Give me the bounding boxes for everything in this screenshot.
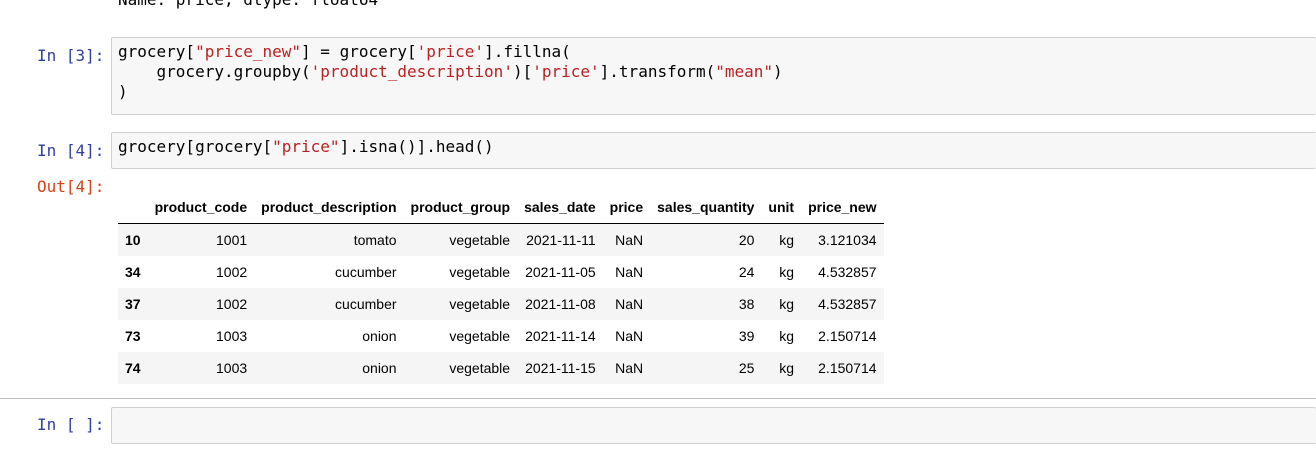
code-line: grocery[grocery["price"].isna()].head()	[118, 137, 1316, 157]
table-cell: 1003	[216, 328, 248, 344]
string-token: "mean"	[715, 62, 774, 81]
empty-cell-prompt: In [ ]:	[37, 415, 105, 434]
row-index: 74	[125, 360, 141, 376]
table-cell: 2021-11-05	[525, 264, 596, 280]
column-header: product_code	[147, 191, 255, 224]
string-token: "price_new"	[195, 42, 302, 61]
cell-separator	[0, 398, 1316, 399]
table-cell: 39	[738, 328, 755, 344]
table-cell: vegetable	[449, 360, 511, 376]
cell-4-output-prompt: Out[4]:	[37, 177, 105, 196]
table-cell: 4.532857	[818, 264, 877, 280]
index-header	[118, 191, 148, 224]
table-cell: NaN	[615, 360, 644, 376]
code-token: ].transform(	[599, 62, 716, 81]
table-cell: 3.121034	[818, 232, 877, 248]
table-row: 37 1002 cucumber vegetable 2021-11-08 NaN 38 kg…	[118, 288, 884, 320]
table-cell: 1002	[216, 264, 248, 280]
table-cell: NaN	[615, 264, 644, 280]
dataframe-header: product_code product_description product_g…	[118, 191, 884, 224]
table-cell: vegetable	[449, 264, 511, 280]
table-cell: 1001	[216, 232, 248, 248]
table-cell: kg	[779, 296, 795, 312]
column-header: unit	[761, 191, 802, 224]
column-header: sales_date	[517, 191, 603, 224]
row-index: 73	[125, 328, 141, 344]
table-cell: vegetable	[449, 328, 511, 344]
code-line: grocery["price_new"] = grocery['price'].…	[118, 42, 1316, 62]
code-token: ] = grocery[	[301, 42, 417, 61]
code-token: ].fillna(	[484, 42, 571, 61]
table-cell: 1003	[216, 360, 248, 376]
table-cell: 20	[738, 232, 755, 248]
dataframe-body: 10 1001 tomato vegetable 2021-11-11 NaN 20 kg 3.…	[118, 223, 884, 384]
table-cell: kg	[779, 232, 795, 248]
cell-4-prompt: In [4]:	[37, 141, 105, 160]
table-cell: 2021-11-14	[525, 328, 596, 344]
table-cell: 2.150714	[818, 360, 877, 376]
dataframe-table: product_code product_description product_g…	[118, 191, 884, 384]
row-index: 37	[125, 296, 141, 312]
table-cell: 25	[738, 360, 755, 376]
column-header: product_group	[403, 191, 518, 224]
table-cell: vegetable	[449, 296, 511, 312]
table-row: 73 1003 onion vegetable 2021-11-14 NaN 39 kg 2.1…	[118, 320, 884, 352]
table-cell: NaN	[615, 232, 644, 248]
empty-cell-code-editor[interactable]	[111, 407, 1316, 444]
table-cell: 2021-11-11	[526, 232, 596, 248]
table-cell: 2021-11-15	[525, 360, 596, 376]
table-cell: 2021-11-08	[525, 296, 596, 312]
code-token: )[	[512, 62, 533, 81]
column-header: price	[602, 191, 651, 224]
table-cell: vegetable	[449, 232, 511, 248]
table-cell: 4.532857	[818, 296, 877, 312]
table-cell: kg	[779, 360, 795, 376]
table-cell: cucumber	[335, 296, 397, 312]
string-token: 'price'	[416, 42, 485, 61]
cell-4-code-editor[interactable]: grocery[grocery["price"].isna()].head()	[111, 132, 1316, 169]
table-cell: 2.150714	[818, 328, 877, 344]
row-index: 34	[125, 264, 141, 280]
table-row: 74 1003 onion vegetable 2021-11-15 NaN 25 kg 2.1…	[118, 352, 884, 384]
string-token: 'product_description'	[310, 62, 513, 81]
dataframe-header-row: product_code product_description product_g…	[118, 191, 884, 224]
cell-3-code-editor[interactable]: grocery["price_new"] = grocery['price'].…	[111, 37, 1316, 115]
code-line: grocery.groupby('product_description')['…	[118, 62, 1316, 82]
table-cell: onion	[362, 360, 397, 376]
column-header: price_new	[801, 191, 884, 224]
table-row: 34 1002 cucumber vegetable 2021-11-05 NaN 24 kg…	[118, 256, 884, 288]
table-cell: kg	[779, 328, 795, 344]
string-token: 'price'	[532, 62, 600, 81]
table-cell: 38	[738, 296, 755, 312]
code-token: grocery[	[118, 42, 196, 61]
table-cell: tomato	[353, 232, 397, 248]
row-index: 10	[125, 232, 141, 248]
code-token: grocery.groupby(	[118, 62, 311, 81]
cell-3-code: grocery["price_new"] = grocery['price'].…	[118, 42, 1316, 102]
cell-4-code: grocery[grocery["price"].isna()].head()	[118, 137, 1316, 157]
table-cell: cucumber	[335, 264, 397, 280]
table-cell: 1002	[216, 296, 248, 312]
column-header: sales_quantity	[650, 191, 762, 224]
code-token: ].isna()].head()	[339, 137, 494, 156]
code-line: )	[118, 82, 1316, 102]
code-token: )	[773, 62, 783, 81]
cell-3-prompt: In [3]:	[37, 46, 105, 65]
code-token: )	[118, 82, 128, 101]
table-row: 10 1001 tomato vegetable 2021-11-11 NaN 20 kg 3.…	[118, 223, 884, 256]
table-cell: NaN	[615, 328, 644, 344]
table-cell: kg	[779, 264, 795, 280]
code-token: grocery[grocery[	[118, 137, 273, 156]
table-cell: 24	[738, 264, 755, 280]
column-header: product_description	[254, 191, 404, 224]
table-cell: NaN	[615, 296, 644, 312]
table-cell: onion	[362, 328, 397, 344]
previous-output-text: Name: price, dtype: float64	[118, 0, 378, 10]
string-token: "price"	[272, 137, 340, 156]
